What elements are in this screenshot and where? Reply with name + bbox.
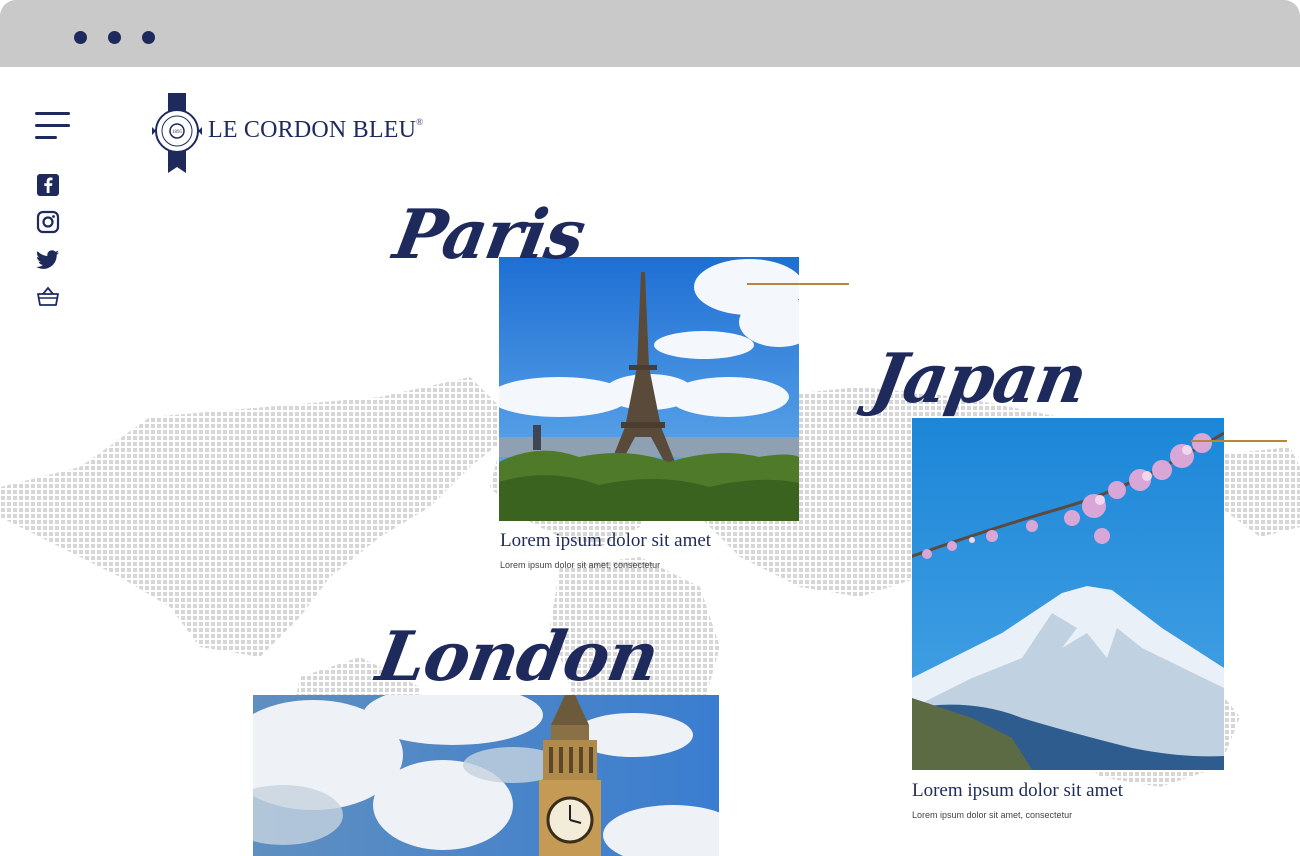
paris-photo[interactable] [499,257,799,521]
brand-logo[interactable]: 1895 LE CORDON BLEU® [150,93,450,179]
browser-title-bar [0,0,1300,67]
page-viewport: 1895 LE CORDON BLEU® Paris Lorem ipsum d… [0,67,1300,856]
hamburger-line [35,124,70,127]
decorative-accent-line [1191,440,1287,442]
brand-wordmark: LE CORDON BLEU® [208,117,424,143]
facebook-icon[interactable] [36,173,60,197]
basket-icon[interactable] [36,285,60,309]
window-dot[interactable] [142,31,155,44]
eiffel-tower-image [499,257,799,521]
city-title-paris: Paris [387,195,591,275]
cordon-bleu-seal-icon: 1895 [152,93,202,173]
window-dot[interactable] [74,31,87,44]
hamburger-line [35,136,57,139]
japan-subtext: Lorem ipsum dolor sit amet, consectetur [912,810,1073,820]
london-photo[interactable] [253,695,719,856]
twitter-icon[interactable] [36,247,60,271]
decorative-accent-line [747,283,849,285]
city-title-japan: Japan [865,339,1093,419]
paris-caption[interactable]: Lorem ipsum dolor sit amet [500,530,711,552]
japan-caption[interactable]: Lorem ipsum dolor sit amet [912,780,1123,802]
svg-text:1895: 1895 [172,130,183,135]
paris-subtext: Lorem ipsum dolor sit amet, consectetur [500,560,661,570]
menu-hamburger-button[interactable] [35,112,71,142]
window-dot[interactable] [108,31,121,44]
city-title-london: London [370,617,665,697]
hamburger-line [35,112,70,115]
mount-fuji-image [912,418,1224,770]
japan-photo[interactable] [912,418,1224,770]
big-ben-image [253,695,719,856]
instagram-icon[interactable] [36,210,60,234]
